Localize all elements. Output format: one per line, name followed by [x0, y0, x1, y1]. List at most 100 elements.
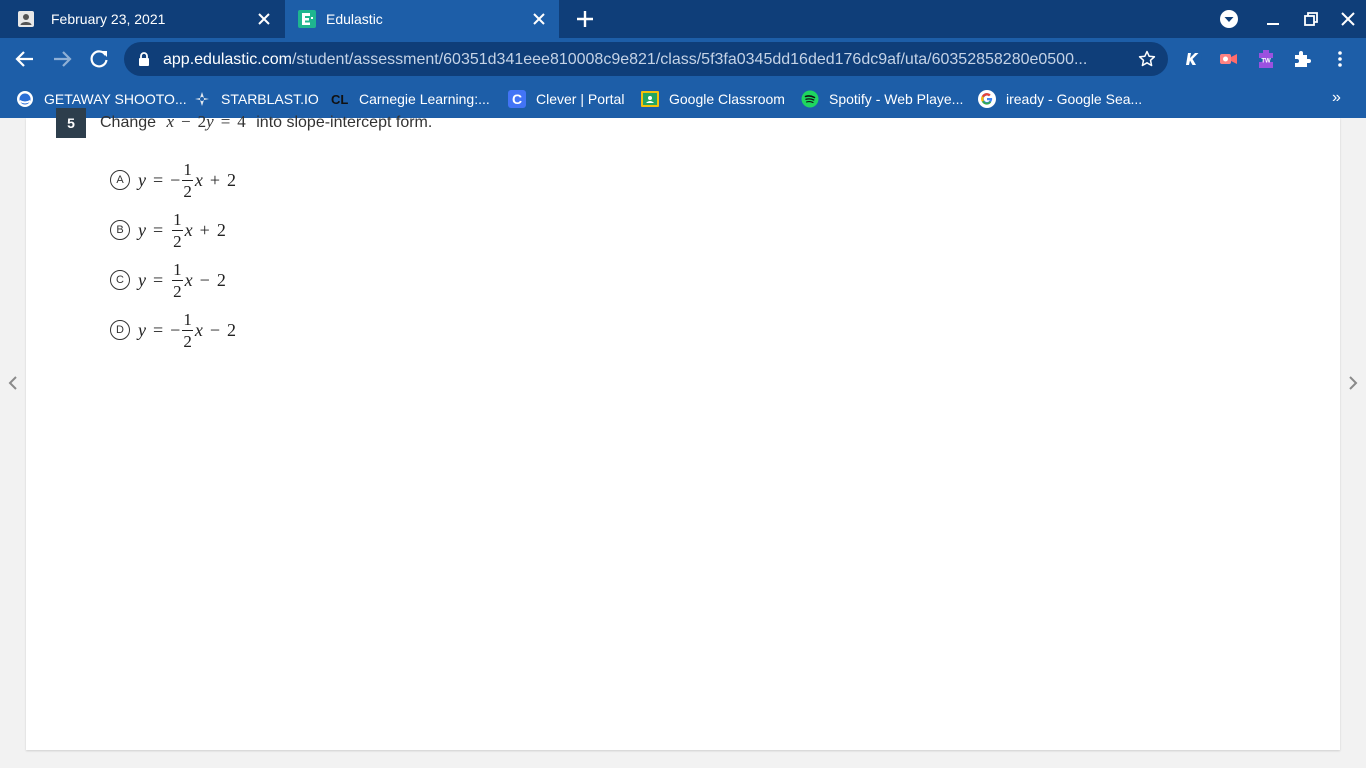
reload-icon[interactable]: [87, 47, 111, 71]
expr-equals: =: [153, 319, 164, 340]
previous-question-arrow-icon[interactable]: [5, 375, 21, 391]
eq-constant: 4: [237, 112, 246, 131]
expr-var-x: x: [184, 269, 193, 290]
lock-icon[interactable]: [136, 51, 152, 67]
edulastic-logo-icon: [298, 10, 316, 28]
bookmark-label: Google Classroom: [669, 91, 785, 107]
tab-title: Edulastic: [326, 11, 383, 27]
bookmark-google-classroom[interactable]: Google Classroom: [641, 80, 785, 118]
address-bar[interactable]: app.edulastic.com/student/assessment/603…: [124, 42, 1168, 76]
expr-var-y: y: [138, 269, 146, 290]
google-classroom-icon: [641, 91, 659, 107]
expr-constant: 2: [226, 169, 236, 190]
globe-icon: [17, 91, 33, 107]
expr-var-y: y: [138, 219, 146, 240]
new-tab-plus-icon[interactable]: [574, 8, 596, 30]
carnegie-learning-icon: CL: [331, 92, 348, 107]
expr-equals: =: [153, 269, 164, 290]
fraction: 12: [172, 261, 183, 300]
contacts-icon: [18, 11, 34, 27]
expr-equals: =: [153, 219, 164, 240]
clever-icon: C: [508, 90, 526, 108]
choice-letter-badge[interactable]: C: [110, 270, 130, 290]
fraction-denominator: 2: [183, 181, 192, 201]
choice-letter-badge[interactable]: D: [110, 320, 130, 340]
url-text[interactable]: app.edulastic.com/student/assessment/603…: [163, 51, 1125, 69]
choice-c[interactable]: C y = 12 x − 2: [110, 260, 226, 300]
url-path: /student/assessment/60351d341eee810008c9…: [291, 51, 1088, 68]
tab-february-23[interactable]: February 23, 2021: [0, 0, 284, 38]
url-host: app.edulastic.com: [163, 51, 292, 68]
spotify-icon: [801, 90, 819, 108]
choice-letter-badge[interactable]: B: [110, 220, 130, 240]
expr-operator: −: [209, 319, 220, 340]
expr-sign: −: [170, 169, 181, 190]
tab-strip: February 23, 2021 Edulastic: [0, 0, 1366, 38]
close-icon[interactable]: [529, 9, 549, 29]
screencastify-extension-icon[interactable]: [1218, 49, 1238, 69]
fraction-denominator: 2: [173, 231, 182, 251]
next-question-arrow-icon[interactable]: [1345, 375, 1361, 391]
choice-expression: y = − 12 x − 2: [138, 311, 236, 350]
question-equation: x −2y = 4: [167, 112, 246, 131]
expr-operator: −: [199, 269, 210, 290]
bookmark-iready-google-search[interactable]: iready - Google Sea...: [978, 80, 1142, 118]
minimize-icon[interactable]: [1262, 8, 1284, 30]
choice-d[interactable]: D y = − 12 x − 2: [110, 310, 236, 350]
expr-var-x: x: [194, 319, 203, 340]
expr-var-y: y: [138, 319, 146, 340]
fraction: 12: [182, 311, 193, 350]
choice-expression: y = 12 x + 2: [138, 211, 226, 250]
browser-toolbar: app.edulastic.com/student/assessment/603…: [0, 38, 1366, 80]
svg-text:TW: TW: [1261, 59, 1271, 65]
bookmarks-overflow-chevron[interactable]: »: [1332, 89, 1341, 107]
kami-extension-icon[interactable]: [1182, 49, 1202, 69]
tab-edulastic[interactable]: Edulastic: [285, 0, 559, 38]
back-arrow-icon[interactable]: [13, 47, 37, 71]
starblast-icon: [195, 92, 209, 106]
kebab-menu-icon[interactable]: [1330, 49, 1350, 69]
bookmark-label: Clever | Portal: [536, 91, 625, 107]
bookmark-label: iready - Google Sea...: [1006, 91, 1143, 107]
expr-var-x: x: [194, 169, 203, 190]
expr-operator: +: [209, 169, 220, 190]
fraction-numerator: 1: [172, 209, 183, 231]
bookmark-label: GETAWAY SHOOTO...: [44, 91, 187, 107]
choice-a[interactable]: A y = − 12 x + 2: [110, 160, 236, 200]
texthelp-extension-icon[interactable]: TW: [1256, 49, 1276, 69]
bookmark-spotify[interactable]: Spotify - Web Playe...: [801, 80, 963, 118]
fraction: 12: [172, 211, 183, 250]
eq-term: x: [166, 112, 175, 131]
svg-text:CL: CL: [331, 92, 348, 107]
bookmark-clever-portal[interactable]: C Clever | Portal: [508, 80, 624, 118]
google-icon: [978, 90, 996, 108]
expr-constant: 2: [226, 319, 236, 340]
forward-arrow-icon[interactable]: [50, 47, 74, 71]
tab-search-dropdown-icon[interactable]: [1218, 8, 1240, 30]
close-icon[interactable]: [254, 9, 274, 29]
bookmark-label: Carnegie Learning:...: [359, 91, 490, 107]
fraction: 12: [182, 161, 193, 200]
expr-constant: 2: [216, 219, 226, 240]
expr-sign: −: [170, 319, 181, 340]
svg-text:C: C: [512, 91, 522, 107]
expr-equals: =: [153, 169, 164, 190]
fraction-numerator: 1: [172, 259, 183, 281]
bookmark-star-icon[interactable]: [1138, 50, 1156, 68]
fraction-numerator: 1: [182, 309, 193, 331]
choice-b[interactable]: B y = 12 x + 2: [110, 210, 226, 250]
choice-letter-badge[interactable]: A: [110, 170, 130, 190]
expr-constant: 2: [216, 269, 226, 290]
fraction-denominator: 2: [173, 281, 182, 301]
eq-equals: =: [220, 112, 231, 131]
question-panel: 5 Change x −2y = 4 into slope-intercept for…: [26, 108, 1340, 750]
tab-title: February 23, 2021: [51, 11, 166, 27]
expr-var-x: x: [184, 219, 193, 240]
extensions-puzzle-icon[interactable]: [1292, 49, 1312, 69]
question-prefix: Change: [100, 114, 157, 131]
bookmark-label: STARBLAST.IO: [221, 91, 319, 107]
expr-operator: +: [199, 219, 210, 240]
close-window-icon[interactable]: [1337, 8, 1359, 30]
bookmark-label: Spotify - Web Playe...: [829, 91, 964, 107]
restore-icon[interactable]: [1300, 8, 1322, 30]
